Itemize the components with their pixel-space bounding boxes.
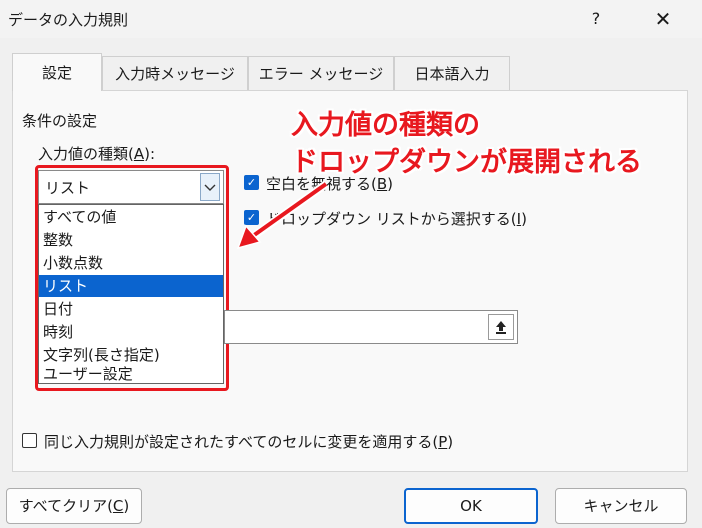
allow-selected-value: リスト: [45, 179, 91, 197]
tab-error-alert[interactable]: エラー メッセージ: [248, 56, 394, 90]
apply-all-label: 同じ入力規則が設定されたすべてのセルに変更を適用する(P): [44, 433, 454, 451]
annotation-arrow: [236, 180, 329, 250]
list-item[interactable]: 整数: [39, 229, 223, 251]
list-item[interactable]: すべての値: [39, 206, 223, 228]
list-item[interactable]: ユーザー設定: [39, 363, 223, 385]
annotation-line-2: ドロップダウンが展開される: [291, 147, 642, 178]
chevron-down-icon[interactable]: [200, 173, 220, 201]
allow-dropdown-list[interactable]: すべての値 整数 小数点数 リスト 日付 時刻 文字列(長さ指定) ユーザー設定: [38, 204, 224, 384]
allow-label: 入力値の種類(A):: [38, 145, 156, 163]
ok-button[interactable]: OK: [404, 488, 538, 524]
collapse-dialog-icon[interactable]: [488, 314, 514, 340]
list-item[interactable]: 時刻: [39, 321, 223, 343]
tab-settings[interactable]: 設定: [12, 53, 102, 91]
allow-combobox[interactable]: リスト: [38, 170, 224, 204]
list-item[interactable]: 小数点数: [39, 252, 223, 274]
clear-all-button[interactable]: すべてクリア(C): [6, 488, 142, 524]
window-title: データの入力規則: [8, 11, 129, 29]
apply-all-checkbox[interactable]: [22, 433, 37, 448]
help-button[interactable]: ?: [578, 6, 614, 32]
title-bar: データの入力規則 ? ✕: [0, 0, 702, 38]
section-label: 条件の設定: [22, 112, 98, 130]
close-button[interactable]: ✕: [640, 4, 686, 34]
list-item-selected[interactable]: リスト: [39, 275, 223, 297]
cancel-button[interactable]: キャンセル: [555, 488, 687, 524]
source-field[interactable]: [224, 310, 518, 344]
annotation-line-1: 入力値の種類の: [291, 110, 480, 141]
tab-input-message[interactable]: 入力時メッセージ: [102, 56, 248, 90]
tab-ime-mode[interactable]: 日本語入力: [394, 56, 510, 90]
list-item[interactable]: 日付: [39, 298, 223, 320]
